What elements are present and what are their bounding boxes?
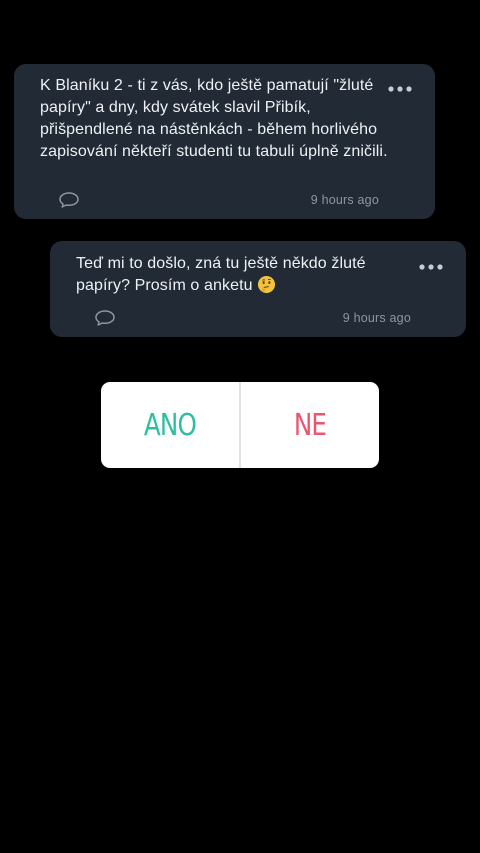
poll-option-yes-label: ANO <box>143 407 197 443</box>
poll-option-no-button[interactable]: NE <box>241 382 379 468</box>
thinking-face-emoji <box>257 275 275 294</box>
poll-sticker: ANO NE <box>101 382 379 468</box>
more-options-icon[interactable] <box>387 82 413 96</box>
post-timestamp: 9 hours ago <box>342 311 411 325</box>
comment-icon[interactable] <box>94 309 116 327</box>
post-card-2: Teď mi to došlo, zná tu ještě někdo žlut… <box>50 241 466 337</box>
post-text-content: Teď mi to došlo, zná tu ještě někdo žlut… <box>76 255 366 294</box>
more-options-icon[interactable] <box>418 260 444 274</box>
post-timestamp: 9 hours ago <box>310 193 379 207</box>
post-text: Teď mi to došlo, zná tu ještě někdo žlut… <box>76 253 406 297</box>
post-text: K Blaníku 2 - ti z vás, kdo ještě pamatu… <box>40 77 388 160</box>
poll-option-yes-button[interactable]: ANO <box>101 382 239 468</box>
post-card-1: K Blaníku 2 - ti z vás, kdo ještě pamatu… <box>14 64 435 219</box>
comment-icon[interactable] <box>58 191 80 209</box>
poll-option-no-label: NE <box>293 407 327 443</box>
